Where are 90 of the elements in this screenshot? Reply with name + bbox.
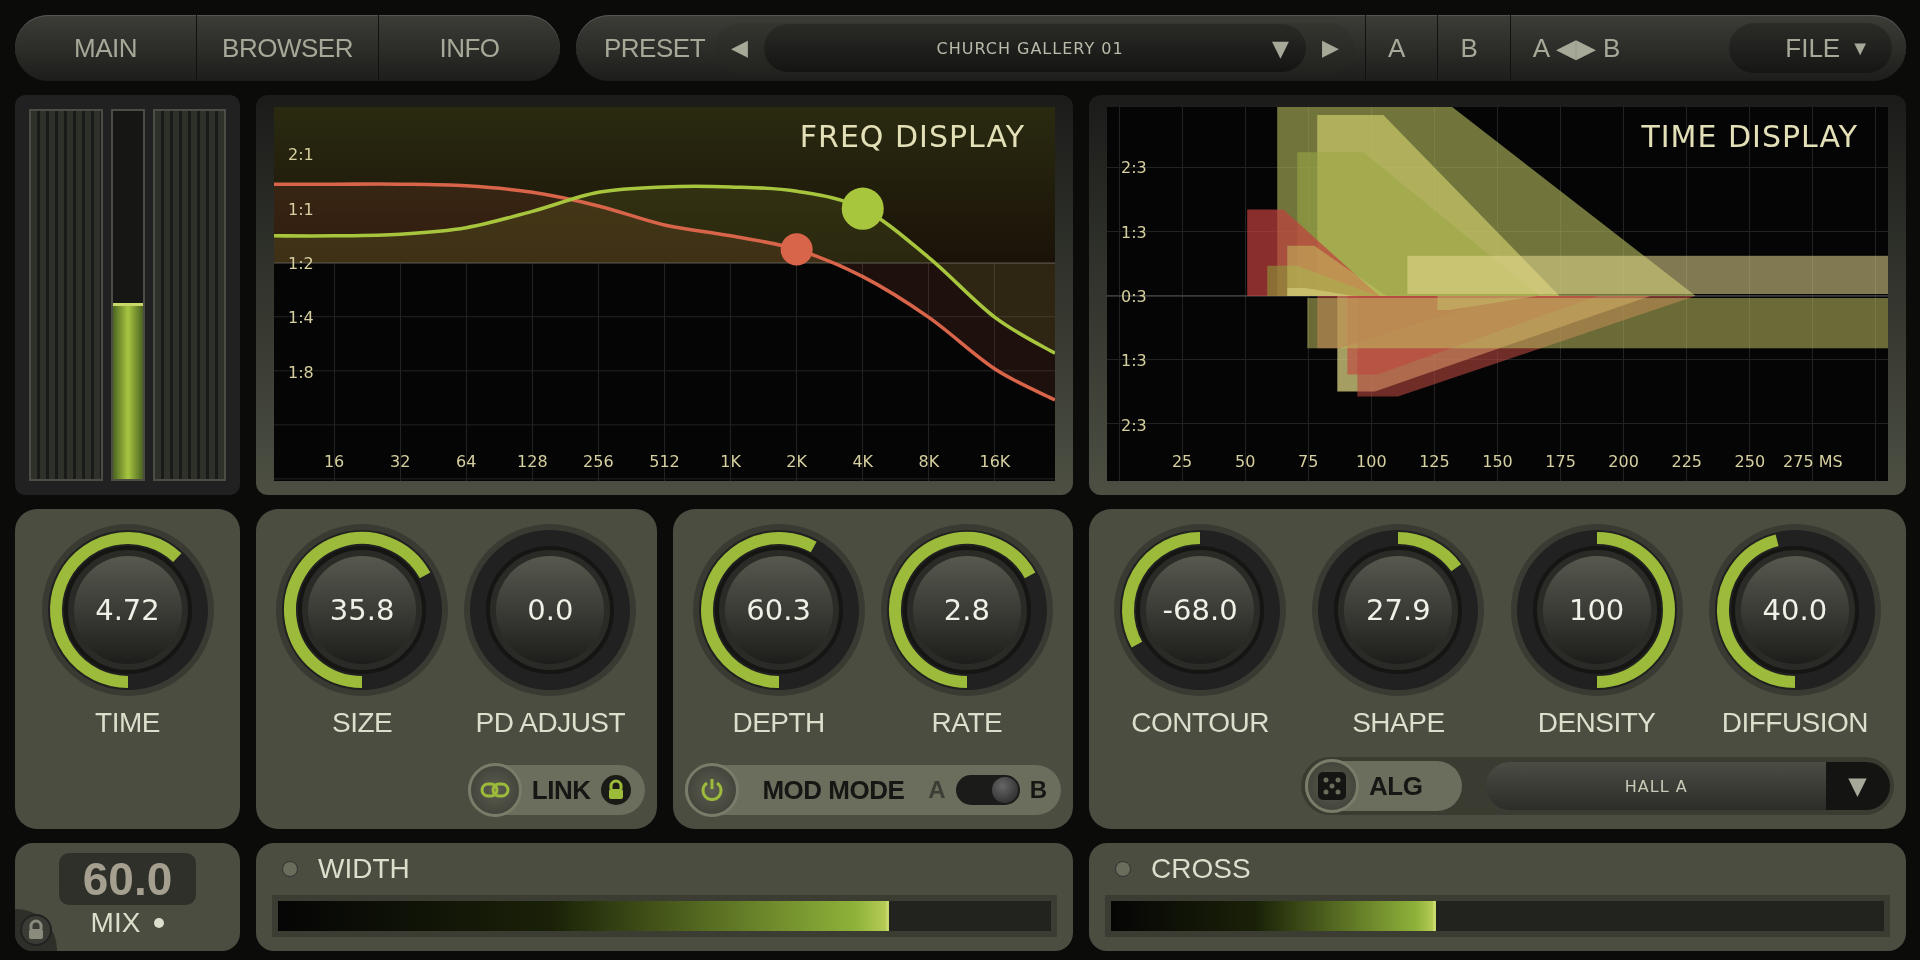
knob-label: DENSITY	[1537, 707, 1656, 739]
previous-preset-button[interactable]: ◀	[715, 35, 765, 61]
axis-label: 1:3	[1121, 351, 1147, 371]
axis-label: 64	[456, 451, 477, 471]
axis-label: 1:1	[288, 199, 314, 219]
knob-value: 27.9	[1366, 593, 1431, 627]
axis-label: 2:3	[1121, 158, 1147, 178]
axis-label: 250	[1734, 451, 1766, 471]
mix-value[interactable]: 60.0	[58, 853, 197, 905]
preset-dropdown[interactable]: CHURCH GALLERY 01 ▼	[764, 24, 1307, 72]
algorithm-label: ALG	[1369, 770, 1423, 802]
indicator-dot	[154, 918, 165, 928]
knob[interactable]	[692, 524, 865, 696]
compare-button[interactable]: A ◀▶ B	[1509, 15, 1643, 81]
knob-value: 0.0	[527, 593, 574, 627]
axis-label: 175	[1545, 451, 1576, 471]
randomize-button[interactable]	[1305, 759, 1359, 813]
dice-icon	[1317, 771, 1347, 801]
power-button[interactable]	[684, 763, 739, 817]
knob[interactable]	[1708, 524, 1881, 696]
link-button[interactable]	[467, 763, 522, 817]
axis-label: 150	[1482, 451, 1513, 471]
knob-value: 60.3	[746, 593, 811, 627]
compare-button[interactable]: A	[1365, 15, 1428, 81]
knob-value: 40.0	[1762, 593, 1828, 627]
file-menu-button[interactable]: FILE ▼	[1729, 23, 1892, 73]
nav-tab[interactable]: MAIN	[15, 15, 197, 81]
slider-track[interactable]	[1105, 895, 1890, 937]
knob[interactable]	[1114, 524, 1287, 696]
algorithm-dropdown[interactable]: HALL A ▼	[1486, 762, 1890, 810]
axis-label: 2:3	[1121, 415, 1147, 435]
slider-label: WIDTH	[318, 853, 410, 885]
axis-label: 1:4	[288, 308, 314, 328]
axis-label: 0:3	[1121, 287, 1147, 307]
knob-label: SHAPE	[1352, 707, 1445, 739]
knob-label: DEPTH	[732, 707, 825, 739]
axis-label: 4K	[852, 451, 874, 471]
axis-label: 512	[649, 451, 680, 471]
next-preset-button[interactable]: ▶	[1306, 35, 1356, 61]
compare-button[interactable]: B	[1437, 15, 1500, 81]
axis-label: 2K	[786, 451, 807, 471]
axis-label: 275 MS	[1783, 451, 1843, 471]
knob-value: -68.0	[1162, 593, 1238, 627]
axis-label: 8K	[918, 451, 940, 471]
knob-label: TIME	[95, 707, 160, 739]
axis-label: 1:8	[288, 362, 314, 382]
axis-label: 1:3	[1121, 222, 1147, 242]
knob-label: PD ADJUST	[475, 707, 626, 739]
mod-mode-label: MOD MODE	[762, 774, 905, 806]
axis-label: 200	[1608, 451, 1639, 471]
display-title: FREQ DISPLAY	[799, 119, 1025, 154]
knob-label: DIFFUSION	[1721, 707, 1869, 739]
mode-switch[interactable]	[955, 775, 1020, 805]
chain-link-icon	[479, 781, 510, 799]
knob-value: 100	[1568, 593, 1625, 627]
knob[interactable]	[1312, 524, 1485, 696]
axis-label: 50	[1235, 451, 1256, 471]
knob-value: 4.72	[95, 593, 160, 627]
link-toggle[interactable]: LINK	[467, 765, 645, 815]
axis-label: 1:2	[288, 254, 314, 274]
display-title: TIME DISPLAY	[1641, 119, 1858, 154]
mode-option[interactable]: B	[1029, 776, 1047, 804]
axis-label: 75	[1298, 451, 1319, 471]
nav-tab[interactable]: INFO	[379, 15, 560, 81]
slider-track[interactable]	[272, 895, 1057, 937]
mix-label: MIX	[90, 907, 141, 939]
knob-value: 2.8	[943, 593, 990, 627]
axis-label: 16	[323, 451, 345, 471]
axis-label: 225	[1671, 451, 1703, 471]
axis-label: 16K	[979, 451, 1011, 471]
axis-label: 256	[583, 451, 614, 471]
knob[interactable]	[41, 524, 214, 696]
axis-label: 100	[1356, 451, 1387, 471]
preset-label: PRESET	[604, 32, 706, 64]
axis-label: 25	[1171, 451, 1193, 471]
knob-value: 35.8	[329, 593, 395, 627]
nav-tab[interactable]: BROWSER	[197, 15, 379, 81]
axis-label: 32	[389, 451, 411, 471]
axis-label: 1K	[720, 451, 741, 471]
knob[interactable]	[880, 524, 1053, 696]
slider-label: CROSS	[1151, 853, 1251, 885]
knob-label: RATE	[931, 707, 1003, 739]
axis-label: 128	[517, 451, 548, 471]
axis-label: 2:1	[288, 145, 314, 165]
axis-label: 125	[1419, 451, 1450, 471]
knob[interactable]	[276, 524, 449, 696]
knob-arc	[1398, 532, 1462, 572]
knob[interactable]	[1510, 524, 1683, 696]
knob-label: CONTOUR	[1131, 707, 1269, 739]
knob-label: SIZE	[332, 707, 393, 739]
